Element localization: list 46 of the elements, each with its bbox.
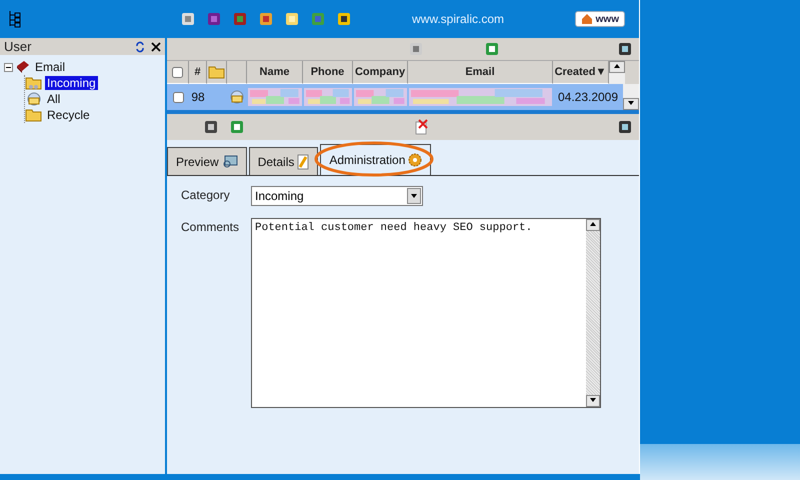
mail-icon bbox=[228, 90, 246, 104]
table-cell: 98 bbox=[191, 90, 205, 104]
field-label: Comments bbox=[181, 219, 240, 236]
column-header[interactable]: Phone bbox=[310, 66, 344, 78]
monitor-icon bbox=[222, 154, 238, 168]
caret-down-icon bbox=[628, 101, 634, 105]
panel-title: User bbox=[4, 39, 32, 54]
comments-field[interactable]: Potential customer need heavy SEO support. bbox=[251, 218, 601, 408]
category-dropdown[interactable]: Incoming bbox=[251, 186, 423, 206]
house-icon bbox=[580, 13, 593, 25]
column-header[interactable]: Email bbox=[465, 66, 495, 78]
column-header[interactable]: Name bbox=[260, 66, 290, 78]
gear-icon bbox=[408, 153, 422, 167]
column-header[interactable]: # bbox=[194, 66, 201, 78]
folder-icon bbox=[25, 76, 43, 90]
select-all-checkbox[interactable] bbox=[172, 66, 183, 78]
scroll-up-button[interactable] bbox=[609, 61, 625, 73]
tree-icon[interactable] bbox=[8, 10, 22, 28]
table-cell: 04.23.2009 bbox=[558, 90, 618, 104]
scroll-down-button[interactable] bbox=[586, 395, 600, 407]
mail-icon bbox=[25, 92, 43, 106]
caret-down-icon bbox=[411, 194, 417, 198]
tree-item[interactable]: Incoming bbox=[45, 76, 98, 90]
scroll-up-button[interactable] bbox=[586, 219, 600, 231]
caret-up-icon bbox=[590, 222, 596, 226]
folder-icon bbox=[25, 108, 43, 122]
tree-item[interactable]: All bbox=[45, 92, 62, 106]
pencil-icon bbox=[297, 154, 310, 170]
collapse-icon[interactable] bbox=[4, 62, 13, 72]
website-url: www.spiralic.com bbox=[412, 12, 504, 26]
delete-icon[interactable] bbox=[415, 119, 429, 135]
caret-up-icon bbox=[614, 64, 620, 68]
tab[interactable]: Details bbox=[248, 147, 318, 175]
field-label: Category bbox=[181, 187, 231, 204]
tab[interactable]: Preview bbox=[167, 147, 247, 175]
website-button[interactable]: www bbox=[574, 11, 625, 27]
column-header[interactable]: Company bbox=[354, 66, 406, 78]
scrollbar[interactable] bbox=[586, 219, 600, 407]
folder-icon bbox=[208, 65, 226, 79]
row-checkbox[interactable] bbox=[172, 92, 184, 102]
column-header[interactable]: Created▼ bbox=[554, 66, 606, 78]
close-icon[interactable] bbox=[151, 42, 161, 52]
caret-down-icon bbox=[590, 398, 596, 402]
scroll-down-button[interactable] bbox=[623, 98, 639, 110]
tree-item[interactable]: Email bbox=[33, 60, 68, 74]
tree-item[interactable]: Recycle bbox=[45, 108, 92, 122]
